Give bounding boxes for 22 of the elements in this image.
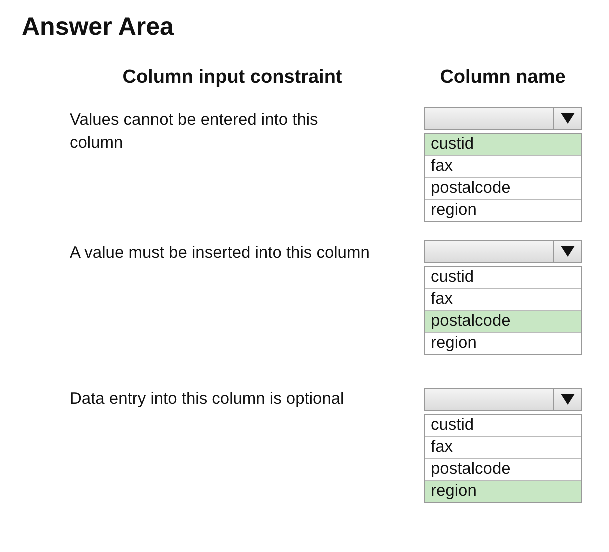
dropdown-option[interactable]: region xyxy=(425,200,581,220)
caret-icon xyxy=(560,246,574,256)
caret-icon xyxy=(560,112,574,124)
prompt-text: Data entry into this column is optional xyxy=(70,388,346,410)
dropdown-option[interactable]: postalcode xyxy=(425,178,581,200)
dropdown-option[interactable]: fax xyxy=(425,288,581,310)
dropdown-option[interactable]: fax xyxy=(425,156,581,178)
prompt-text: A value must be inserted into this column xyxy=(70,242,370,264)
page-title: Answer Area xyxy=(22,12,175,42)
caret-icon xyxy=(560,394,574,404)
column-heading: Column name xyxy=(440,67,566,88)
dropdown-box[interactable] xyxy=(424,240,582,262)
dropdown-option[interactable]: region xyxy=(425,332,581,354)
dropdown-box[interactable] xyxy=(424,106,582,130)
dropdown-option[interactable]: region xyxy=(425,480,581,502)
dropdown-option[interactable]: postalcode xyxy=(425,458,581,480)
dropdown-option[interactable]: fax xyxy=(425,436,581,458)
prompt-text: Values cannot be entered into this column xyxy=(70,110,320,154)
dropdown-option[interactable]: postalcode xyxy=(425,310,581,332)
dropdown-option[interactable]: custid xyxy=(425,134,581,156)
dropdown-box[interactable] xyxy=(424,388,582,410)
column-heading: Column input constraint xyxy=(122,67,342,88)
